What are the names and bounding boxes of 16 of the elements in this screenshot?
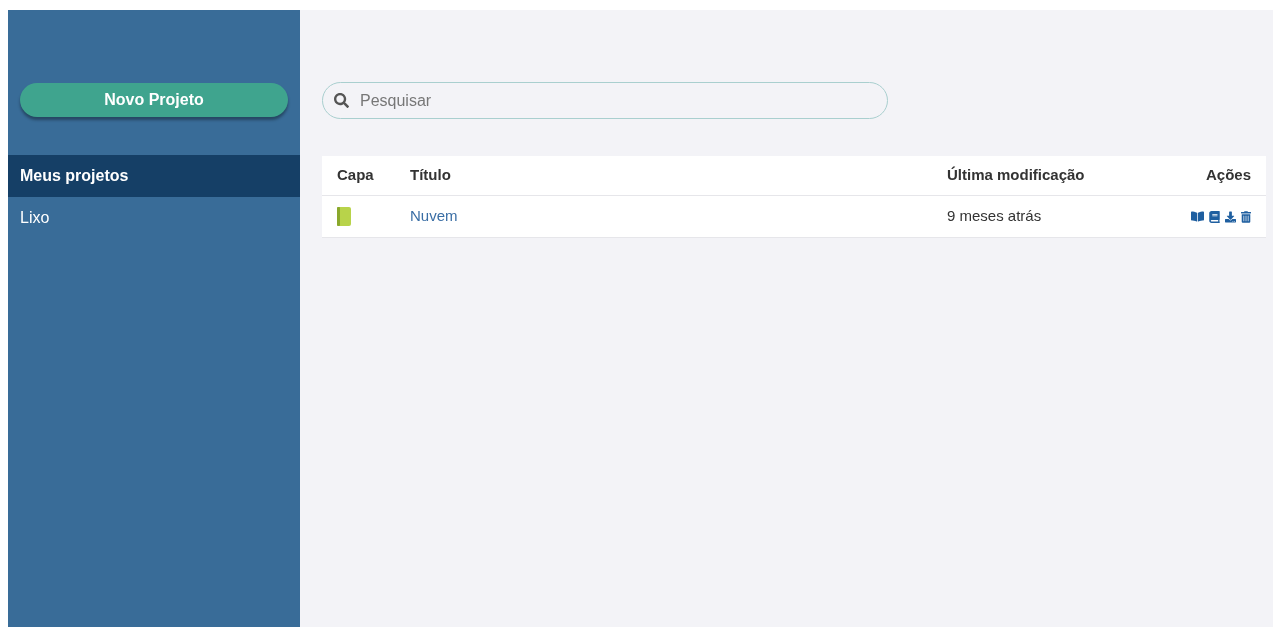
book-cover-icon xyxy=(337,207,351,226)
search-icon xyxy=(334,93,349,108)
sidebar-item[interactable]: Lixo xyxy=(8,197,300,239)
book-icon[interactable] xyxy=(1209,210,1220,223)
download-icon[interactable] xyxy=(1225,210,1236,223)
search-field[interactable]: Pesquisar xyxy=(322,82,888,119)
open-book-icon[interactable] xyxy=(1191,210,1204,223)
sidebar-item[interactable]: Meus projetos xyxy=(8,155,300,197)
column-header: Capa xyxy=(337,165,375,186)
column-header: Título xyxy=(410,165,452,186)
trash-icon[interactable] xyxy=(1241,210,1251,223)
column-header: Ações xyxy=(1205,165,1251,186)
new-project-button[interactable]: Novo Projeto xyxy=(20,83,288,117)
project-title-link[interactable]: Nuvem xyxy=(410,205,947,228)
modified-cell-text: 9 meses atrás xyxy=(947,206,1043,227)
column-header: Última modificação xyxy=(947,165,1086,186)
